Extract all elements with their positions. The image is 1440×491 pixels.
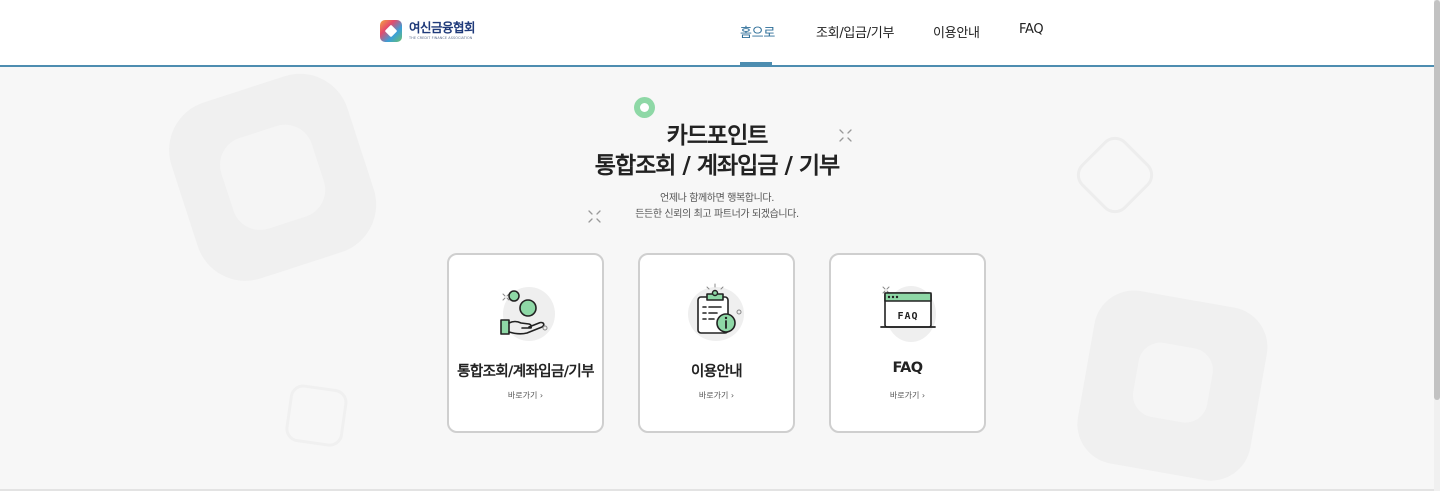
green-ring-decor — [634, 97, 655, 118]
card-inquiry[interactable]: 통합조회/계좌입금/기부 바로가기 › — [447, 253, 604, 433]
nav-active-indicator — [740, 62, 772, 65]
scrollbar-thumb[interactable] — [1434, 0, 1440, 400]
card-guide[interactable]: 이용안내 바로가기 › — [638, 253, 795, 433]
card-link-label: 바로가기 — [889, 391, 920, 400]
card-link[interactable]: 바로가기 › — [831, 390, 984, 401]
card-link[interactable]: 바로가기 › — [449, 390, 602, 401]
card-link-label: 바로가기 — [507, 391, 538, 400]
card-link[interactable]: 바로가기 › — [640, 390, 793, 401]
logo-subtitle: THE CREDIT FINANCE ASSOCIATION — [409, 35, 473, 40]
card-title: 이용안내 — [691, 364, 743, 380]
hero-subtitle-line1: 언제나 함께하면 행복합니다. — [660, 193, 774, 204]
clipboard-info-icon — [687, 283, 744, 341]
hero-subtitle-line2: 든든한 신뢰의 최고 파트너가 되겠습니다. — [635, 209, 799, 220]
hero-title-line2: 통합조회 / 계좌입금 / 기부 — [594, 153, 840, 179]
nav-inquiry[interactable]: 조회/입금/기부 — [816, 22, 894, 41]
card-faq[interactable]: FAQ FAQ 바로가기 › — [829, 253, 986, 433]
chevron-right-icon: › — [730, 391, 735, 400]
faq-screen-icon: FAQ — [879, 286, 936, 342]
logo-name: 여신금융협회 — [409, 20, 476, 36]
hero-title-line1: 카드포인트 — [666, 123, 769, 149]
coin-hand-icon — [499, 287, 555, 341]
logo[interactable]: 여신금융협회 THE CREDIT FINANCE ASSOCIATION — [379, 19, 476, 43]
scrollbar[interactable] — [1434, 0, 1440, 491]
site-header: 여신금융협회 THE CREDIT FINANCE ASSOCIATION 홈으… — [0, 0, 1434, 67]
svg-text:FAQ: FAQ — [897, 311, 918, 322]
card-link-label: 바로가기 — [698, 391, 729, 400]
nav-guide[interactable]: 이용안내 — [933, 22, 980, 41]
nav-faq[interactable]: FAQ — [1019, 22, 1044, 37]
chevron-right-icon: › — [921, 391, 926, 400]
card-title: 통합조회/계좌입금/기부 — [457, 364, 594, 380]
nav-home[interactable]: 홈으로 — [740, 22, 775, 41]
card-title: FAQ — [892, 360, 924, 376]
chevron-right-icon: › — [539, 391, 544, 400]
logo-mark-icon — [380, 20, 402, 42]
